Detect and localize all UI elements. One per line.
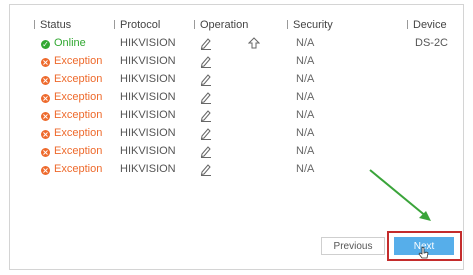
- table-row: × Exception HIKVISION N/A: [10, 124, 463, 142]
- status-cell: × Exception: [41, 108, 102, 122]
- protocol-cell: HIKVISION: [120, 109, 176, 121]
- edit-icon[interactable]: [200, 162, 212, 176]
- protocol-cell: HIKVISION: [120, 37, 176, 49]
- table-row: ✓ Online HIKVISION N/A DS-2C: [10, 34, 463, 52]
- status-text: Exception: [54, 145, 103, 157]
- status-cell: × Exception: [41, 72, 102, 86]
- security-cell: N/A: [296, 127, 315, 139]
- status-text: Exception: [54, 163, 103, 175]
- x-circle-icon: ×: [41, 112, 50, 121]
- security-cell: N/A: [296, 73, 315, 85]
- security-cell: N/A: [296, 37, 315, 49]
- header-operation: Operation: [194, 18, 248, 32]
- status-text: Online: [54, 37, 86, 49]
- table-row: × Exception HIKVISION N/A: [10, 106, 463, 124]
- edit-icon[interactable]: [200, 54, 212, 68]
- header-device: Device: [407, 18, 447, 32]
- status-text: Exception: [54, 91, 103, 103]
- edit-icon[interactable]: [200, 126, 212, 140]
- protocol-cell: HIKVISION: [120, 55, 176, 67]
- security-cell: N/A: [296, 145, 315, 157]
- check-circle-icon: ✓: [41, 40, 50, 49]
- x-circle-icon: ×: [41, 148, 50, 157]
- status-cell: × Exception: [41, 162, 102, 176]
- table-row: × Exception HIKVISION N/A: [10, 142, 463, 160]
- status-text: Exception: [54, 73, 103, 85]
- header-status: Status: [34, 18, 71, 32]
- protocol-cell: HIKVISION: [120, 73, 176, 85]
- x-circle-icon: ×: [41, 166, 50, 175]
- table-row: × Exception HIKVISION N/A: [10, 88, 463, 106]
- security-cell: N/A: [296, 109, 315, 121]
- security-cell: N/A: [296, 163, 315, 175]
- green-arrow-icon: [369, 169, 431, 221]
- status-cell: × Exception: [41, 144, 102, 158]
- protocol-cell: HIKVISION: [120, 91, 176, 103]
- protocol-cell: HIKVISION: [120, 127, 176, 139]
- table-row: × Exception HIKVISION N/A: [10, 52, 463, 70]
- x-circle-icon: ×: [41, 76, 50, 85]
- status-text: Exception: [54, 127, 103, 139]
- edit-icon[interactable]: [200, 72, 212, 86]
- table-row: × Exception HIKVISION N/A: [10, 70, 463, 88]
- header-security: Security: [287, 18, 333, 32]
- status-text: Exception: [54, 109, 103, 121]
- previous-button[interactable]: Previous: [321, 237, 385, 255]
- status-text: Exception: [54, 55, 103, 67]
- edit-icon[interactable]: [200, 108, 212, 122]
- protocol-cell: HIKVISION: [120, 163, 176, 175]
- x-circle-icon: ×: [41, 94, 50, 103]
- security-cell: N/A: [296, 55, 315, 67]
- edit-icon[interactable]: [200, 90, 212, 104]
- hand-cursor-icon: [418, 246, 429, 259]
- edit-icon[interactable]: [200, 36, 212, 50]
- upgrade-icon[interactable]: [247, 36, 261, 50]
- security-cell: N/A: [296, 91, 315, 103]
- x-circle-icon: ×: [41, 130, 50, 139]
- status-cell: × Exception: [41, 90, 102, 104]
- header-protocol: Protocol: [114, 18, 160, 32]
- status-cell: × Exception: [41, 126, 102, 140]
- protocol-cell: HIKVISION: [120, 145, 176, 157]
- status-cell: ✓ Online: [41, 36, 86, 50]
- edit-icon[interactable]: [200, 144, 212, 158]
- x-circle-icon: ×: [41, 58, 50, 67]
- status-cell: × Exception: [41, 54, 102, 68]
- device-cell: DS-2C: [415, 37, 449, 49]
